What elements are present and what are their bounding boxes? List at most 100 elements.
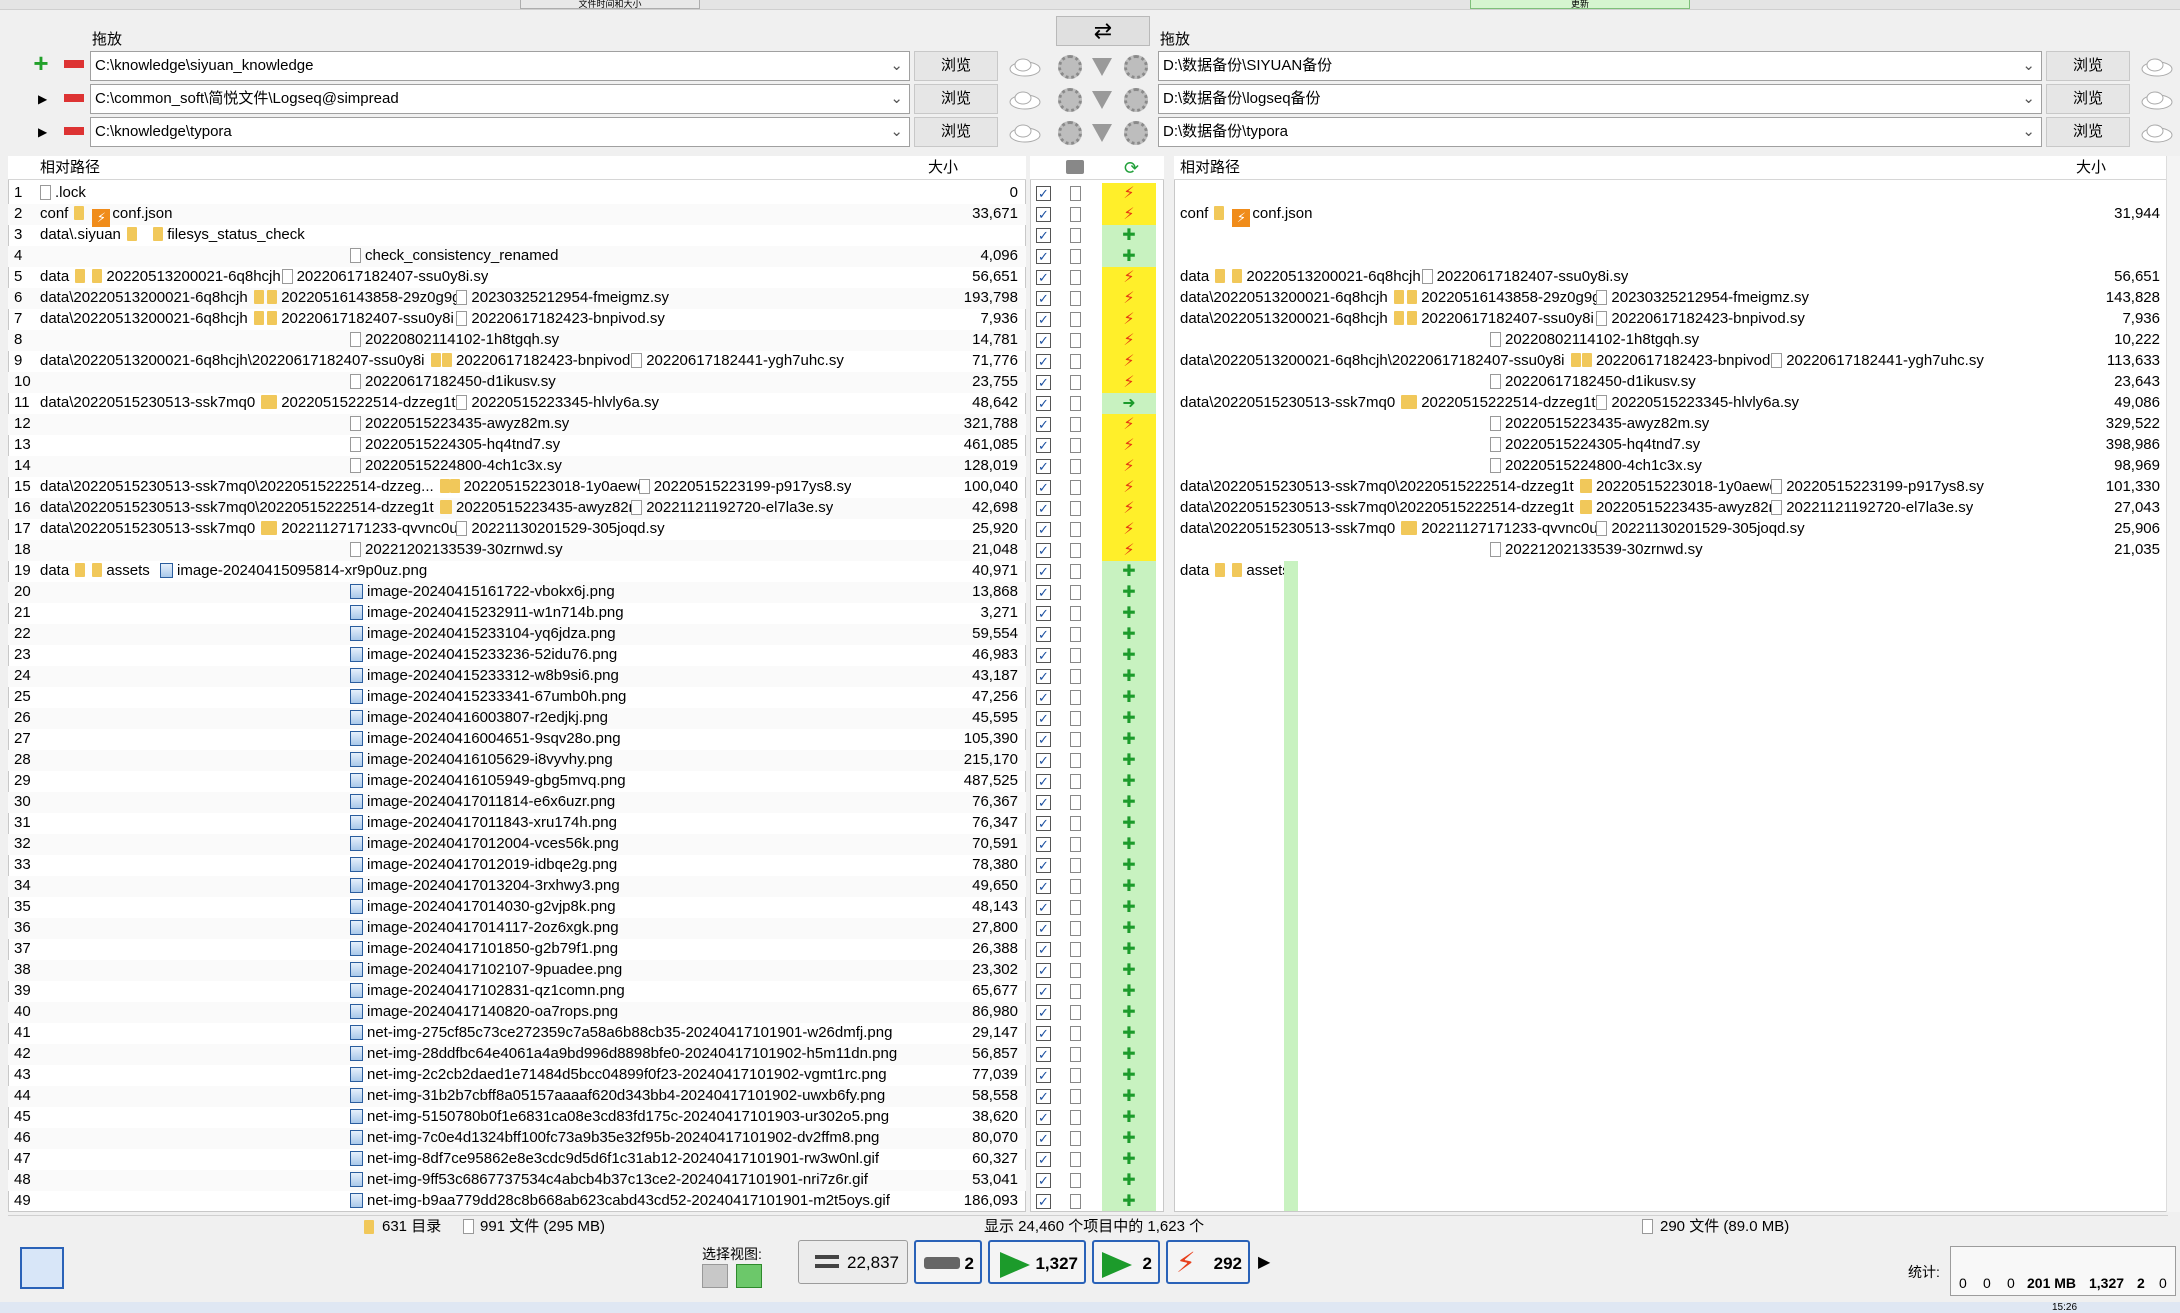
include-checkbox[interactable]: ✓ [1036, 963, 1051, 978]
include-checkbox[interactable]: ✓ [1036, 1131, 1051, 1146]
create-action-icon[interactable]: ✚ [1102, 981, 1156, 1002]
include-checkbox[interactable]: ✓ [1036, 1047, 1051, 1062]
conflict-action-icon[interactable]: ⚡ [1102, 351, 1156, 372]
conflict-action-icon[interactable]: ⚡ [1102, 477, 1156, 498]
table-row[interactable]: 20220515223435-awyz82m.sy 329,522 [1174, 414, 2168, 435]
create-action-icon[interactable]: ✚ [1102, 1128, 1156, 1149]
include-checkbox[interactable]: ✓ [1036, 900, 1051, 915]
filter-icon[interactable] [1092, 91, 1112, 109]
table-row[interactable]: data 20220513200021-6q8hcjh 20220617182407… [1174, 267, 2168, 288]
table-row[interactable]: data assets [1174, 561, 2168, 582]
table-row[interactable]: 35 image-20240417014030-g2vjp8k.png 48,143 [8, 897, 1026, 918]
create-action-icon[interactable]: ✚ [1102, 813, 1156, 834]
create-action-icon[interactable]: ✚ [1102, 1065, 1156, 1086]
right-browse-button-3[interactable]: 浏览 [2046, 117, 2130, 147]
update-action-icon[interactable]: ➜ [1102, 393, 1156, 414]
view-button-2[interactable] [736, 1264, 762, 1288]
include-checkbox[interactable]: ✓ [1036, 690, 1051, 705]
include-checkbox[interactable]: ✓ [1036, 1173, 1051, 1188]
table-row[interactable]: 44 net-img-31b2b7cbff8a05157aaaaf620d343b… [8, 1086, 1026, 1107]
table-row[interactable]: data\20220515230513-ssk7mq0\202205152225… [1174, 498, 2168, 519]
table-row[interactable]: 15 data\20220515230513-ssk7mq0\2022051522… [8, 477, 1026, 498]
table-row[interactable]: 38 image-20240417102107-9puadee.png 23,302 [8, 960, 1026, 981]
cloud-icon[interactable] [2140, 54, 2174, 78]
table-row[interactable]: 20220617182450-d1ikusv.sy 23,643 [1174, 372, 2168, 393]
table-row[interactable]: 2 conf ⚡ conf.json 33,671 [8, 204, 1026, 227]
table-row[interactable]: 29 image-20240416105949-gbg5mvq.png 487,52… [8, 771, 1026, 792]
conflict-action-icon[interactable]: ⚡ [1102, 309, 1156, 330]
include-checkbox[interactable]: ✓ [1036, 522, 1051, 537]
table-row[interactable]: 23 image-20240415233236-52idu76.png 46,983 [8, 645, 1026, 666]
include-checkbox[interactable]: ✓ [1036, 774, 1051, 789]
table-row[interactable]: 40 image-20240417140820-oa7rops.png 86,980 [8, 1002, 1026, 1023]
include-checkbox[interactable]: ✓ [1036, 186, 1051, 201]
create-action-icon[interactable]: ✚ [1102, 1107, 1156, 1128]
remove-pair-button-3[interactable] [64, 127, 84, 135]
include-checkbox[interactable]: ✓ [1036, 942, 1051, 957]
table-row[interactable] [1174, 183, 2168, 204]
create-action-icon[interactable]: ✚ [1102, 687, 1156, 708]
conflict-action-icon[interactable]: ⚡ [1102, 330, 1156, 351]
conflict-filter-button[interactable]: ⚡ 292 [1166, 1240, 1250, 1284]
table-row[interactable]: data\20220515230513-ssk7mq0 2022051522251… [1174, 393, 2168, 414]
include-checkbox[interactable]: ✓ [1036, 858, 1051, 873]
gear-icon[interactable] [1124, 55, 1148, 79]
table-row[interactable]: 22 image-20240415233104-yq6jdza.png 59,554 [8, 624, 1026, 645]
filter-icon[interactable] [1092, 124, 1112, 142]
table-row[interactable]: 27 image-20240416004651-9sqv28o.png 105,39… [8, 729, 1026, 750]
include-checkbox[interactable]: ✓ [1036, 879, 1051, 894]
include-checkbox[interactable]: ✓ [1036, 753, 1051, 768]
create-action-icon[interactable]: ✚ [1102, 246, 1156, 267]
include-checkbox[interactable]: ✓ [1036, 501, 1051, 516]
conflict-action-icon[interactable]: ⚡ [1102, 288, 1156, 309]
table-row[interactable]: 3 data\.siyuan filesys_status_check [8, 225, 1026, 246]
create-action-icon[interactable]: ✚ [1102, 771, 1156, 792]
table-row[interactable]: 14 20220515224800-4ch1c3x.sy 128,019 [8, 456, 1026, 477]
chevron-down-icon[interactable]: ⌄ [2022, 52, 2035, 80]
include-checkbox[interactable]: ✓ [1036, 207, 1051, 222]
table-row[interactable]: 37 image-20240417101850-g2b79f1.png 26,388 [8, 939, 1026, 960]
create-filter-button[interactable]: 1,327 [988, 1240, 1086, 1284]
table-row[interactable]: 18 20221202133539-30zrnwd.sy 21,048 [8, 540, 1026, 561]
create-action-icon[interactable]: ✚ [1102, 1023, 1156, 1044]
include-checkbox[interactable]: ✓ [1036, 333, 1051, 348]
left-browse-button-3[interactable]: 浏览 [914, 117, 998, 147]
include-checkbox[interactable]: ✓ [1036, 627, 1051, 642]
include-checkbox[interactable]: ✓ [1036, 228, 1051, 243]
cloud-icon[interactable] [1008, 54, 1042, 78]
create-action-icon[interactable]: ✚ [1102, 918, 1156, 939]
conflict-action-icon[interactable]: ⚡ [1102, 435, 1156, 456]
create-action-icon[interactable]: ✚ [1102, 1191, 1156, 1211]
create-action-icon[interactable]: ✚ [1102, 645, 1156, 666]
include-checkbox[interactable]: ✓ [1036, 459, 1051, 474]
include-checkbox[interactable]: ✓ [1036, 417, 1051, 432]
cloud-icon[interactable] [1008, 120, 1042, 144]
cloud-icon[interactable] [1008, 87, 1042, 111]
swap-sides-button[interactable]: ⇄ [1056, 16, 1150, 46]
equal-filter-button[interactable]: 22,837 [798, 1240, 908, 1284]
gear-icon[interactable] [1124, 121, 1148, 145]
table-row[interactable]: data\20220513200021-6q8hcjh 2022061718240… [1174, 309, 2168, 330]
create-action-icon[interactable]: ✚ [1102, 960, 1156, 981]
conflict-action-icon[interactable]: ⚡ [1102, 267, 1156, 288]
table-row[interactable]: 39 image-20240417102831-qz1comn.png 65,677 [8, 981, 1026, 1002]
table-row[interactable]: 20221202133539-30zrnwd.sy 21,035 [1174, 540, 2168, 561]
view-button-1[interactable] [702, 1264, 728, 1288]
vertical-scrollbar[interactable] [2166, 156, 2180, 1212]
include-checkbox[interactable]: ✓ [1036, 984, 1051, 999]
left-browse-button-1[interactable]: 浏览 [914, 51, 998, 81]
chevron-down-icon[interactable]: ⌄ [890, 52, 903, 80]
table-row[interactable]: 24 image-20240415233312-w8b9si6.png 43,187 [8, 666, 1026, 687]
conflict-action-icon[interactable]: ⚡ [1102, 183, 1156, 204]
create-action-icon[interactable]: ✚ [1102, 561, 1156, 582]
left-browse-button-2[interactable]: 浏览 [914, 84, 998, 114]
gear-icon[interactable] [1058, 88, 1082, 112]
remove-pair-button-2[interactable] [64, 94, 84, 102]
include-checkbox[interactable]: ✓ [1036, 438, 1051, 453]
table-row[interactable]: 36 image-20240417014117-2oz6xgk.png 27,800 [8, 918, 1026, 939]
include-checkbox[interactable]: ✓ [1036, 795, 1051, 810]
table-row[interactable]: 8 20220802114102-1h8tgqh.sy 14,781 [8, 330, 1026, 351]
cloud-icon[interactable] [2140, 87, 2174, 111]
create-action-icon[interactable]: ✚ [1102, 1170, 1156, 1191]
right-path-3[interactable]: D:\数据备份\typora ⌄ [1158, 117, 2042, 147]
